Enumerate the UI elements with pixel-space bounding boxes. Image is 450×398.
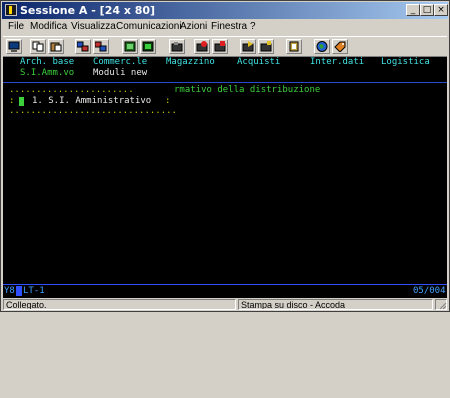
- main-menu-inter-dati[interactable]: Inter.dati: [310, 57, 364, 68]
- send-file-button[interactable]: [75, 39, 91, 54]
- maximize-button[interactable]: □: [420, 4, 434, 16]
- globe-icon: [316, 41, 328, 52]
- menu-separator-line: [3, 82, 447, 83]
- menu-azioni[interactable]: Azioni: [180, 21, 207, 32]
- receive-file-icon: [95, 41, 107, 52]
- macro-icon: [171, 42, 183, 52]
- print-screen-icon: [8, 41, 20, 52]
- receive-file-button[interactable]: [93, 39, 109, 54]
- send-file-icon: [77, 41, 89, 52]
- submenu-si-amm[interactable]: S.I.Amm.vo: [20, 68, 74, 79]
- menu-help[interactable]: ?: [250, 21, 256, 32]
- run-macro-icon: [260, 41, 272, 52]
- record-macro-button[interactable]: [194, 39, 210, 54]
- stop-macro-icon: [214, 41, 226, 52]
- clipboard-icon: [289, 41, 299, 52]
- connection-status: Collegato.: [3, 299, 236, 310]
- popup-top-border: .......................: [9, 85, 134, 95]
- status-bar: Collegato. Stampa su disco - Accoda: [2, 299, 448, 311]
- oia-lu-indicator: LT-1: [23, 286, 45, 296]
- paste-icon: [50, 42, 62, 52]
- stop-macro-button[interactable]: [212, 39, 228, 54]
- keyboard-map-button[interactable]: [140, 39, 156, 54]
- menu-comunicazioni[interactable]: Comunicazioni: [116, 21, 182, 32]
- oia-cursor-position: 05/004: [413, 286, 446, 296]
- display-button[interactable]: [122, 39, 138, 54]
- main-menu-commercle[interactable]: Commerc.le: [93, 57, 147, 68]
- run-macro-button[interactable]: [258, 39, 274, 54]
- paste-button[interactable]: [48, 39, 64, 54]
- oia-session-indicator: Y8: [4, 286, 15, 296]
- submenu-moduli-new[interactable]: Moduli new: [93, 68, 147, 79]
- main-menu-magazzino[interactable]: Magazzino: [166, 57, 215, 68]
- clipboard-button[interactable]: [286, 39, 302, 54]
- window-title: Sessione A - [24 x 80]: [20, 4, 156, 17]
- copy-button[interactable]: [30, 39, 46, 54]
- print-screen-button[interactable]: [6, 39, 22, 54]
- globe-button[interactable]: [314, 39, 330, 54]
- keyboard-map-icon: [142, 41, 154, 52]
- oia-input-cursor: [16, 286, 22, 296]
- selection-cursor: [19, 97, 24, 106]
- resize-grip-icon[interactable]: [439, 302, 447, 310]
- menu-finestra[interactable]: Finestra: [211, 21, 247, 32]
- popup-bottom-border: ...............................: [9, 106, 177, 116]
- print-status: Stampa su disco - Accoda: [238, 299, 433, 310]
- help-tag-button[interactable]: [332, 39, 348, 54]
- help-tag-icon: [334, 41, 346, 52]
- menu-modifica[interactable]: Modifica: [30, 21, 67, 32]
- menu-visualizza[interactable]: Visualizza: [71, 21, 116, 32]
- display-icon: [124, 41, 136, 52]
- main-menu-logistica[interactable]: Logistica: [381, 57, 430, 68]
- menu-file[interactable]: File: [8, 21, 24, 32]
- macro-button[interactable]: [169, 39, 185, 54]
- emulator-window: Sessione A - [24 x 80] _ □ × File Modifi…: [0, 0, 450, 312]
- play-macro-button[interactable]: [240, 39, 256, 54]
- minimize-button[interactable]: _: [406, 4, 420, 16]
- popup-title: rmativo della distribuzione: [174, 85, 321, 95]
- title-bar[interactable]: Sessione A - [24 x 80] _ □ ×: [2, 2, 448, 19]
- close-button[interactable]: ×: [434, 4, 448, 16]
- main-menu-acquisti[interactable]: Acquisti: [237, 57, 280, 68]
- play-macro-icon: [242, 41, 254, 52]
- toolbar: [3, 36, 447, 57]
- terminal-screen[interactable]: Arch. base Commerc.le Magazzino Acquisti…: [3, 57, 447, 298]
- copy-icon: [32, 41, 44, 52]
- oia-separator-line: [3, 284, 447, 285]
- record-macro-icon: [196, 41, 208, 52]
- main-menu-arch-base[interactable]: Arch. base: [20, 57, 74, 68]
- app-icon[interactable]: [5, 4, 17, 16]
